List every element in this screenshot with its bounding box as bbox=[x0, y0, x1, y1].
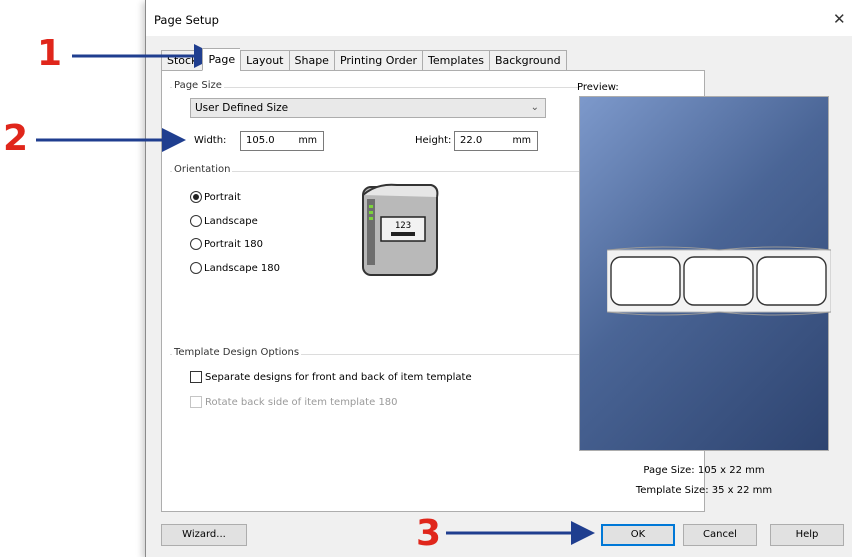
tab-page[interactable]: Page bbox=[202, 48, 241, 71]
annotation-number-3: 3 bbox=[416, 513, 442, 554]
annotation-number-2: 2 bbox=[3, 118, 29, 159]
screenshot-stage: Page Setup ✕ Stock Page Layout Shape Pri… bbox=[0, 0, 852, 557]
annotation-number-1: 1 bbox=[37, 33, 63, 74]
annotation-arrows bbox=[36, 44, 595, 545]
